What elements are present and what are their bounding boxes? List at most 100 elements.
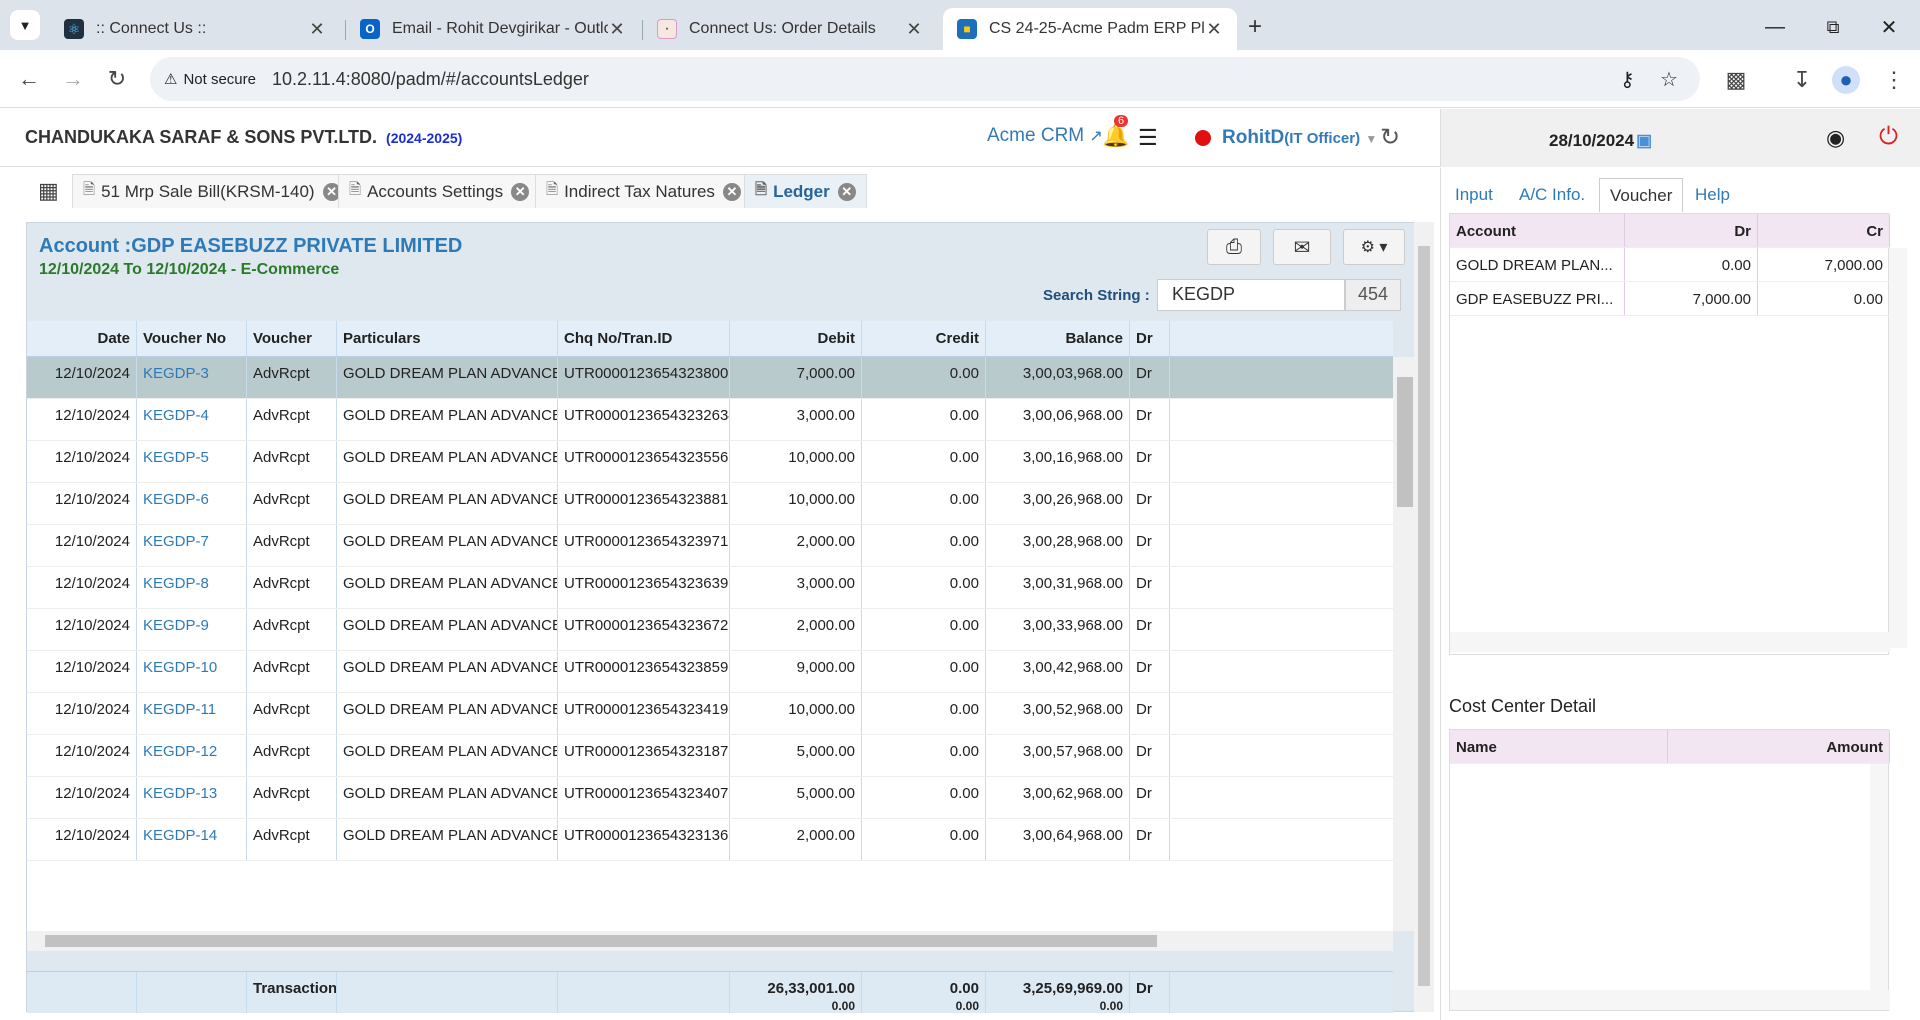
- cell-voucher: AdvRcpt: [247, 819, 337, 860]
- forward-icon[interactable]: →: [58, 64, 88, 94]
- restore-icon[interactable]: ⧉: [1818, 12, 1848, 42]
- cell-voucher-no[interactable]: KEGDP-4: [137, 399, 247, 440]
- table-row[interactable]: 12/10/2024 KEGDP-13 AdvRcpt GOLD DREAM PLAN…: [27, 777, 1393, 819]
- close-window-icon[interactable]: ✕: [1874, 12, 1904, 42]
- security-indicator[interactable]: ⚠ Not secure: [164, 70, 256, 89]
- settings-button[interactable]: ⚙ ▾: [1343, 229, 1405, 265]
- browser-tab-1[interactable]: ⚛ :: Connect Us :: ✕: [50, 8, 340, 50]
- power-icon[interactable]: ⏻: [1879, 123, 1898, 151]
- close-tab-icon[interactable]: ✕: [722, 182, 741, 201]
- cell-voucher-no[interactable]: KEGDP-7: [137, 525, 247, 566]
- col-balance[interactable]: Balance: [986, 321, 1130, 356]
- table-row[interactable]: 12/10/2024 KEGDP-12 AdvRcpt GOLD DREAM PLAN…: [27, 735, 1393, 777]
- tab-voucher[interactable]: Voucher: [1599, 178, 1684, 212]
- browser-tab-4[interactable]: ■ CS 24-25-Acme Padm ERP Platf ✕: [943, 8, 1237, 50]
- search-input[interactable]: KEGDP: [1157, 279, 1345, 311]
- table-row[interactable]: 12/10/2024 KEGDP-10 AdvRcpt GOLD DREAM PLAN…: [27, 651, 1393, 693]
- col-voucher-no[interactable]: Voucher No: [137, 321, 247, 356]
- panel-scrollbar[interactable]: [1414, 222, 1434, 1012]
- reload-icon[interactable]: ↻: [102, 64, 132, 94]
- refresh-icon[interactable]: ↻: [1380, 123, 1400, 152]
- table-row[interactable]: 12/10/2024 KEGDP-3 AdvRcpt GOLD DREAM PLAN …: [27, 357, 1393, 399]
- tab-indirect-tax-natures[interactable]: 🗎 Indirect Tax Natures ✕: [535, 174, 752, 208]
- cell-debit: 7,000.00: [730, 357, 862, 398]
- col-chq-no[interactable]: Chq No/Tran.ID: [558, 321, 730, 356]
- tab-search-icon[interactable]: ▼: [10, 10, 40, 40]
- back-icon[interactable]: ←: [14, 64, 44, 94]
- scroll-thumb[interactable]: [1418, 246, 1430, 986]
- list-menu-icon[interactable]: ☰: [1138, 125, 1158, 151]
- table-row[interactable]: 12/10/2024 KEGDP-9 AdvRcpt GOLD DREAM PLAN …: [27, 609, 1393, 651]
- close-icon[interactable]: ✕: [608, 19, 626, 40]
- tab-ac-info[interactable]: A/C Info.: [1509, 178, 1595, 212]
- cell-voucher-no[interactable]: KEGDP-3: [137, 357, 247, 398]
- table-row[interactable]: 12/10/2024 KEGDP-4 AdvRcpt GOLD DREAM PLAN …: [27, 399, 1393, 441]
- cost-vertical-scrollbar[interactable]: [1870, 764, 1888, 990]
- close-icon[interactable]: ✕: [905, 19, 923, 40]
- url-text[interactable]: 10.2.11.4:8080/padm/#/accountsLedger: [272, 69, 589, 90]
- ledger-table: Date Voucher No Voucher Particulars Chq No/T…: [27, 321, 1393, 931]
- table-row[interactable]: 12/10/2024 KEGDP-7 AdvRcpt GOLD DREAM PLAN …: [27, 525, 1393, 567]
- crm-link[interactable]: Acme CRM ↗: [987, 125, 1103, 147]
- extensions-icon[interactable]: ▩: [1722, 66, 1750, 94]
- table-row[interactable]: 12/10/2024 KEGDP-11 AdvRcpt GOLD DREAM PLAN…: [27, 693, 1393, 735]
- close-icon[interactable]: ✕: [308, 19, 326, 40]
- close-tab-icon[interactable]: ✕: [511, 182, 530, 201]
- col-voucher[interactable]: Voucher: [247, 321, 337, 356]
- apps-grid-icon[interactable]: ▦: [38, 178, 59, 204]
- cell-voucher-no[interactable]: KEGDP-12: [137, 735, 247, 776]
- minimize-icon[interactable]: —: [1760, 12, 1790, 42]
- cell-voucher-no[interactable]: KEGDP-8: [137, 567, 247, 608]
- col-drcr[interactable]: Dr: [1130, 321, 1170, 356]
- cell-voucher-no[interactable]: KEGDP-5: [137, 441, 247, 482]
- star-icon[interactable]: ☆: [1660, 67, 1678, 92]
- new-tab-icon[interactable]: +: [1240, 12, 1270, 42]
- url-omnibox[interactable]: ⚠ Not secure 10.2.11.4:8080/padm/#/accou…: [150, 57, 1700, 101]
- user-menu[interactable]: RohitD(IT Officer) ▼: [1222, 127, 1377, 149]
- table-row[interactable]: 12/10/2024 KEGDP-8 AdvRcpt GOLD DREAM PLAN …: [27, 567, 1393, 609]
- table-horizontal-scrollbar[interactable]: [27, 931, 1393, 951]
- close-icon[interactable]: ✕: [1205, 19, 1223, 40]
- table-row[interactable]: 12/10/2024 KEGDP-6 AdvRcpt GOLD DREAM PLAN …: [27, 483, 1393, 525]
- voucher-account: GDP EASEBUZZ PRI...: [1450, 282, 1625, 315]
- cell-voucher-no[interactable]: KEGDP-9: [137, 609, 247, 650]
- cell-voucher-no[interactable]: KEGDP-10: [137, 651, 247, 692]
- cell-voucher-no[interactable]: KEGDP-11: [137, 693, 247, 734]
- browser-tab-3[interactable]: · Connect Us: Order Details ✕: [643, 8, 937, 50]
- cell-voucher-no[interactable]: KEGDP-6: [137, 483, 247, 524]
- cell-voucher-no[interactable]: KEGDP-14: [137, 819, 247, 860]
- tab-ledger[interactable]: 🗎 Ledger ✕: [744, 174, 867, 208]
- date-picker[interactable]: 28/10/2024 ▣: [1549, 131, 1652, 151]
- voucher-vertical-scrollbar[interactable]: [1889, 248, 1907, 648]
- scroll-thumb[interactable]: [45, 935, 1157, 947]
- company-label: CHANDUKAKA SARAF & SONS PVT.LTD.: [25, 127, 378, 147]
- profile-icon[interactable]: ●: [1832, 66, 1860, 94]
- col-debit[interactable]: Debit: [730, 321, 862, 356]
- cell-voucher-no[interactable]: KEGDP-13: [137, 777, 247, 818]
- email-button[interactable]: ✉: [1273, 229, 1331, 265]
- voucher-row[interactable]: GDP EASEBUZZ PRI... 7,000.00 0.00: [1450, 282, 1890, 316]
- voucher-row[interactable]: GOLD DREAM PLAN... 0.00 7,000.00: [1450, 248, 1890, 282]
- table-row[interactable]: 12/10/2024 KEGDP-5 AdvRcpt GOLD DREAM PLAN …: [27, 441, 1393, 483]
- cell-voucher: AdvRcpt: [247, 651, 337, 692]
- tab-help[interactable]: Help: [1685, 178, 1740, 212]
- tab-input[interactable]: Input: [1445, 178, 1503, 212]
- download-icon[interactable]: ↧: [1788, 66, 1816, 94]
- voucher-horizontal-scrollbar[interactable]: [1450, 632, 1890, 652]
- col-particulars[interactable]: Particulars: [337, 321, 558, 356]
- menu-dots-icon[interactable]: ⋮: [1880, 66, 1908, 94]
- scroll-thumb[interactable]: [1397, 377, 1413, 507]
- eye-slash-icon[interactable]: ◉: [1826, 125, 1845, 151]
- print-button[interactable]: ⎙: [1207, 229, 1261, 265]
- close-tab-icon[interactable]: ✕: [837, 182, 856, 201]
- key-icon[interactable]: ⚷: [1620, 67, 1635, 92]
- col-date[interactable]: Date: [27, 321, 137, 356]
- bell-icon[interactable]: 🔔: [1102, 123, 1129, 149]
- tab-accounts-settings[interactable]: 🗎 Accounts Settings ✕: [338, 174, 541, 208]
- browser-tab-2[interactable]: O Email - Rohit Devgirikar - Outlo ✕: [346, 8, 640, 50]
- col-credit[interactable]: Credit: [862, 321, 986, 356]
- cell-drcr: Dr: [1130, 735, 1170, 776]
- cost-horizontal-scrollbar[interactable]: [1450, 990, 1890, 1010]
- tab-mrp-sale-bill[interactable]: 🗎 51 Mrp Sale Bill(KRSM-140) ✕: [72, 174, 352, 208]
- table-row[interactable]: 12/10/2024 KEGDP-14 AdvRcpt GOLD DREAM PLAN…: [27, 819, 1393, 861]
